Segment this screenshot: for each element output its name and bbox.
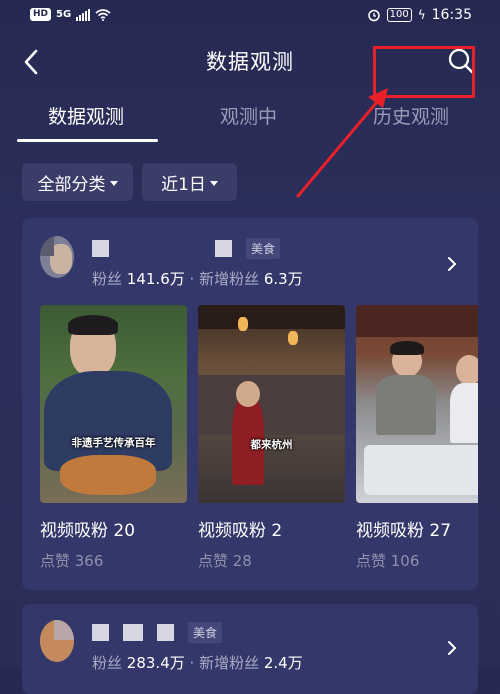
tab-observing[interactable]: 观测中	[220, 102, 277, 129]
video-likes: 点赞 28	[198, 552, 252, 570]
caret-down-icon	[109, 180, 118, 186]
video-thumbnail	[356, 305, 478, 503]
account-name-blurred: 美食	[92, 238, 281, 259]
blurred-name-part	[157, 624, 174, 641]
video-likes: 点赞 106	[356, 552, 420, 570]
blurred-name-part	[215, 240, 232, 257]
fans-stats: 粉丝 141.6万 · 新增粉丝 6.3万	[92, 268, 303, 289]
page-title: 数据观测	[206, 50, 294, 74]
video-fans-gain: 视频吸粉 27	[356, 521, 452, 541]
new-fans-label: · 新增粉丝	[189, 270, 260, 288]
fans-stats: 粉丝 283.4万 · 新增粉丝 2.4万	[92, 652, 303, 673]
nav-bar: 数据观测	[0, 38, 500, 82]
category-tag: 美食	[188, 622, 223, 643]
video-caption: 非遗手艺传承百年	[71, 437, 156, 449]
signal-icon	[76, 8, 91, 21]
tab-bar: 数据观测 观测中 历史观测	[0, 96, 500, 144]
avatar	[40, 236, 74, 278]
search-button[interactable]	[446, 46, 476, 76]
chevron-right-icon	[448, 641, 457, 655]
caret-down-icon	[209, 180, 218, 186]
account-card: 美食 粉丝 283.4万 · 新增粉丝 2.4万	[22, 604, 478, 694]
category-filter[interactable]: 全部分类	[22, 163, 133, 201]
new-fans-value: 6.3万	[263, 270, 303, 288]
video-thumbnail: 非遗手艺传承百年	[40, 305, 187, 503]
fans-value: 283.4万	[126, 654, 185, 672]
fans-label: 粉丝	[92, 270, 123, 288]
fans-value: 141.6万	[126, 270, 185, 288]
category-filter-label: 全部分类	[37, 174, 106, 195]
alarm-icon	[367, 9, 380, 22]
status-right: 100 ϟ 16:35	[367, 7, 472, 23]
charging-icon: ϟ	[417, 8, 426, 22]
account-card: 美食 粉丝 141.6万 · 新增粉丝 6.3万 非遗手艺传承百年 视频吸粉 2…	[22, 218, 478, 590]
video-item[interactable]: 非遗手艺传承百年 视频吸粉 20 点赞 366	[40, 305, 187, 571]
video-likes: 点赞 366	[40, 552, 104, 570]
new-fans-label: · 新增粉丝	[189, 654, 260, 672]
tab-history[interactable]: 历史观测	[373, 102, 449, 129]
wifi-icon	[95, 8, 111, 21]
blurred-name-part	[92, 624, 109, 641]
battery-indicator: 100	[386, 8, 412, 22]
category-tag: 美食	[246, 238, 281, 259]
chevron-right-icon	[448, 257, 457, 271]
filter-row: 全部分类 近1日	[22, 163, 237, 201]
video-item[interactable]: 都来杭州 视频吸粉 2 点赞 28	[198, 305, 345, 571]
tab-active-indicator	[17, 139, 158, 142]
period-filter-label: 近1日	[161, 174, 206, 195]
network-label: 5G	[56, 9, 72, 20]
account-header[interactable]: 美食 粉丝 283.4万 · 新增粉丝 2.4万	[22, 604, 478, 684]
blurred-name-part	[92, 240, 109, 257]
video-thumbnail: 都来杭州	[198, 305, 345, 503]
avatar	[40, 620, 74, 662]
status-left: HD 5G	[30, 8, 111, 21]
new-fans-value: 2.4万	[263, 654, 303, 672]
clock: 16:35	[431, 7, 472, 23]
video-list: 非遗手艺传承百年 视频吸粉 20 点赞 366 都来杭州 视频吸粉 2 点赞 2…	[40, 305, 478, 571]
video-item[interactable]: 视频吸粉 27 点赞 106	[356, 305, 478, 571]
status-bar: HD 5G 100 ϟ 16:35	[0, 0, 500, 32]
video-fans-gain: 视频吸粉 20	[40, 521, 136, 541]
account-header[interactable]: 美食 粉丝 141.6万 · 新增粉丝 6.3万	[22, 218, 478, 298]
fans-label: 粉丝	[92, 654, 123, 672]
account-name-blurred: 美食	[92, 622, 223, 643]
blurred-name-part	[123, 624, 143, 641]
video-fans-gain: 视频吸粉 2	[198, 521, 283, 541]
hd-badge: HD	[30, 8, 52, 21]
search-icon	[448, 48, 475, 75]
tab-data-observe[interactable]: 数据观测	[48, 102, 124, 129]
period-filter[interactable]: 近1日	[142, 163, 237, 201]
video-caption: 都来杭州	[250, 439, 293, 451]
